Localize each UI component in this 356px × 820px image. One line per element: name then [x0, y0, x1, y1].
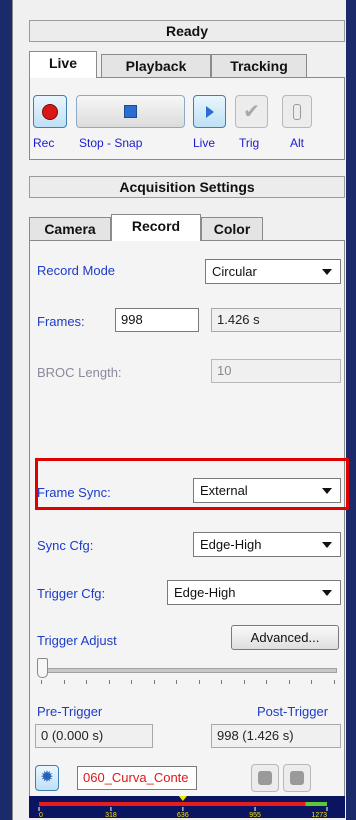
post-trigger-label: Post-Trigger	[257, 704, 329, 719]
buffer-tick-label: 636	[177, 812, 189, 818]
slider-tick	[176, 680, 177, 684]
trig-button[interactable]: ✔	[235, 95, 268, 128]
tab-record[interactable]: Record	[111, 214, 201, 241]
post-trigger-field: 998 (1.426 s)	[211, 724, 341, 748]
stop-snap-label: Stop - Snap	[79, 136, 143, 150]
pre-trigger-field: 0 (0.000 s)	[35, 724, 153, 748]
buffer-tick-label: 1273	[311, 812, 327, 818]
square-icon	[258, 771, 272, 785]
slider-tick	[198, 680, 200, 684]
stop-icon	[124, 105, 137, 118]
buffer-fill-green	[305, 802, 327, 806]
alt-button[interactable]	[282, 95, 312, 128]
rec-label: Rec	[33, 136, 55, 150]
checkmark-icon: ✔	[243, 100, 260, 123]
slider-tick	[288, 680, 290, 684]
frames-label: Frames:	[37, 314, 85, 329]
alt-label: Alt	[290, 136, 305, 150]
settings-button[interactable]: ✹	[35, 765, 59, 791]
record-option-button-2[interactable]	[283, 764, 311, 792]
slider-tick	[153, 680, 155, 684]
record-option-button-1[interactable]	[251, 764, 279, 792]
chevron-down-icon	[322, 542, 332, 548]
live-label: Live	[193, 136, 216, 150]
broc-length-label: BROC Length:	[37, 365, 122, 380]
pre-trigger-label: Pre-Trigger	[37, 704, 103, 719]
record-mode-select[interactable]: Circular	[205, 259, 341, 284]
settings-panel: Ready Live Playback Tracking ✔ Rec Stop …	[12, 0, 349, 820]
slider-tick	[266, 680, 267, 684]
frames-duration-field: 1.426 s	[211, 308, 341, 332]
tab-color[interactable]: Color	[201, 217, 263, 241]
tab-tracking[interactable]: Tracking	[211, 54, 307, 78]
slider-tick	[108, 680, 110, 684]
stop-snap-button[interactable]	[76, 95, 185, 128]
record-mode-label: Record Mode	[37, 263, 116, 278]
trigger-cfg-select[interactable]: Edge-High	[167, 580, 341, 605]
slider-tick	[311, 680, 312, 684]
buffer-scale: 0 318 636 955 1273	[29, 796, 345, 818]
buffer-tick-label: 0	[39, 812, 43, 818]
sync-cfg-label: Sync Cfg:	[37, 538, 94, 553]
play-icon	[205, 105, 214, 118]
tab-playback[interactable]: Playback	[101, 54, 211, 78]
frame-sync-highlight	[35, 458, 349, 510]
slider-tick	[41, 680, 42, 684]
rec-button[interactable]	[33, 95, 67, 128]
buffer-tick-label: 318	[105, 812, 117, 818]
alt-icon	[293, 103, 301, 120]
broc-length-input[interactable]: 10	[211, 359, 341, 383]
trigger-cfg-value: Edge-High	[174, 585, 236, 600]
trigger-cfg-label: Trigger Cfg:	[37, 586, 106, 601]
slider-tick	[333, 680, 335, 684]
trig-label: Trig	[239, 136, 260, 150]
live-button[interactable]	[193, 95, 226, 128]
slider-tick	[86, 680, 87, 684]
advanced-button[interactable]: Advanced...	[231, 625, 339, 650]
sync-cfg-select[interactable]: Edge-High	[193, 532, 341, 557]
status-header: Ready	[29, 20, 345, 42]
tab-camera[interactable]: Camera	[29, 217, 111, 241]
buffer-tick-label: 955	[249, 812, 261, 818]
chevron-down-icon	[322, 590, 332, 596]
record-mode-value: Circular	[212, 264, 257, 279]
slider-tick	[243, 680, 245, 684]
record-icon	[42, 103, 58, 120]
acquisition-settings-header: Acquisition Settings	[29, 176, 345, 198]
sync-cfg-value: Edge-High	[200, 537, 262, 552]
trigger-adjust-label: Trigger Adjust	[37, 633, 117, 648]
trigger-adjust-slider-track	[39, 668, 337, 673]
frames-input[interactable]: 998	[115, 308, 199, 332]
tab-live[interactable]: Live	[29, 51, 97, 78]
chevron-down-icon	[322, 269, 332, 275]
square-icon	[290, 771, 304, 785]
gear-icon: ✹	[40, 769, 54, 786]
filename-input[interactable]: 060_Curva_Conte	[77, 766, 197, 790]
slider-tick	[221, 680, 222, 684]
trigger-adjust-slider-thumb[interactable]	[37, 658, 48, 678]
slider-tick	[63, 680, 65, 684]
buffer-fill-red	[39, 802, 306, 806]
slider-tick	[131, 680, 132, 684]
